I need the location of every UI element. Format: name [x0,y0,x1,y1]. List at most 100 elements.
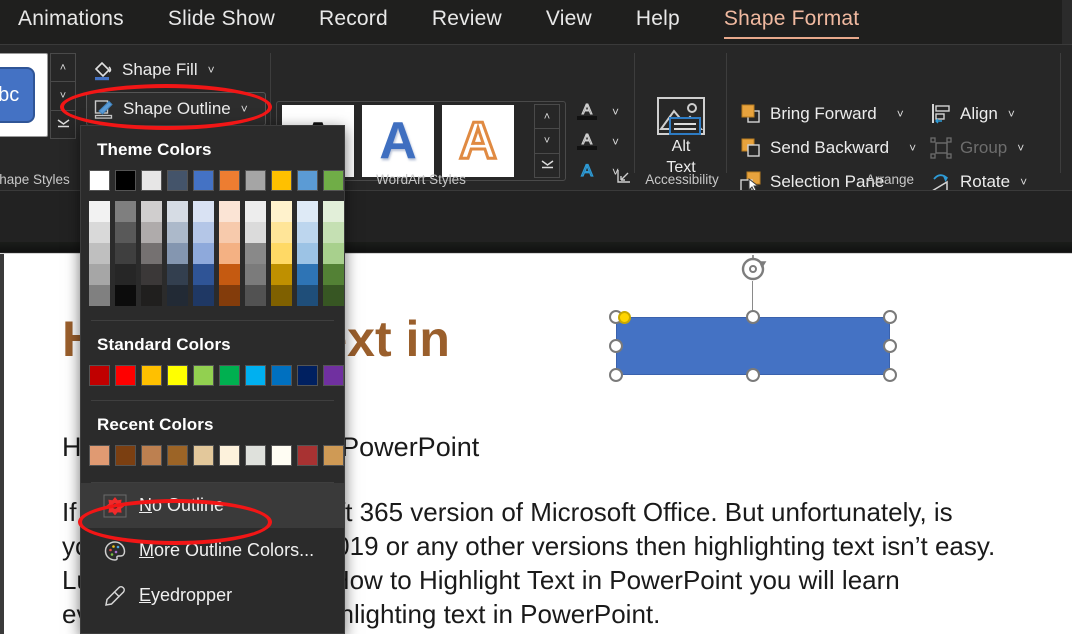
theme-colors-variants[interactable] [81,191,344,306]
theme-variant-swatch-4-1[interactable] [193,222,214,243]
resize-handle-middle-left[interactable] [609,339,623,353]
theme-variant-column-5[interactable] [219,201,240,306]
chevron-down-icon[interactable]: ˅ [897,107,904,121]
theme-variant-swatch-6-3[interactable] [245,264,266,285]
theme-variant-swatch-2-3[interactable] [141,264,162,285]
no-outline-menu-item[interactable]: No Outline [81,483,344,528]
theme-variant-swatch-4-3[interactable] [193,264,214,285]
theme-variant-column-0[interactable] [89,201,110,306]
theme-color-swatch-9[interactable] [323,170,344,191]
chevron-down-icon[interactable]: ˅ [208,63,215,77]
chevron-down-icon[interactable]: ˅ [909,141,916,155]
theme-variant-swatch-3-4[interactable] [167,285,188,306]
shape-styles-scroller[interactable]: ˄ ˅ [50,53,76,139]
theme-color-swatch-7[interactable] [271,170,292,191]
theme-variant-swatch-9-0[interactable] [323,201,344,222]
theme-variant-swatch-9-1[interactable] [323,222,344,243]
theme-variant-swatch-7-3[interactable] [271,264,292,285]
chevron-down-icon[interactable]: ˅ [50,81,76,110]
theme-variant-swatch-5-3[interactable] [219,264,240,285]
tab-shape-format[interactable]: Shape Format [723,5,860,39]
eyedropper-menu-item[interactable]: Eyedropper [81,573,344,618]
theme-variant-column-6[interactable] [245,201,266,306]
tab-review[interactable]: Review [432,5,502,39]
standard-color-swatch-9[interactable] [323,365,344,386]
selected-shape[interactable] [616,317,890,375]
theme-variant-column-8[interactable] [297,201,318,306]
standard-color-swatch-4[interactable] [193,365,214,386]
theme-variant-swatch-9-3[interactable] [323,264,344,285]
theme-color-swatch-2[interactable] [141,170,162,191]
theme-color-swatch-0[interactable] [89,170,110,191]
theme-variant-swatch-1-0[interactable] [115,201,136,222]
chevron-down-icon[interactable]: ˅ [241,102,248,116]
recent-color-swatch-8[interactable] [297,445,318,466]
standard-color-swatch-6[interactable] [245,365,266,386]
recent-color-swatch-2[interactable] [141,445,162,466]
rotation-handle[interactable] [738,254,768,284]
tab-slide-show[interactable]: Slide Show [168,5,275,39]
theme-variant-swatch-6-2[interactable] [245,243,266,264]
theme-variant-swatch-4-2[interactable] [193,243,214,264]
theme-variant-swatch-1-4[interactable] [115,285,136,306]
theme-variant-swatch-0-2[interactable] [89,243,110,264]
theme-variant-column-2[interactable] [141,201,162,306]
theme-variant-swatch-4-0[interactable] [193,201,214,222]
chevron-down-icon[interactable]: ˅ [534,128,560,153]
recent-colors-row[interactable] [81,445,344,466]
theme-variant-swatch-7-4[interactable] [271,285,292,306]
theme-color-swatch-4[interactable] [193,170,214,191]
theme-variant-swatch-5-4[interactable] [219,285,240,306]
theme-variant-swatch-1-3[interactable] [115,264,136,285]
recent-color-swatch-9[interactable] [323,445,344,466]
theme-variant-swatch-2-4[interactable] [141,285,162,306]
send-backward-button[interactable]: Send Backward ˅ [740,131,920,165]
standard-color-swatch-2[interactable] [141,365,162,386]
shape-outline-button[interactable]: Shape Outline ˅ [86,92,266,126]
theme-variant-swatch-9-4[interactable] [323,285,344,306]
tab-animations[interactable]: Animations [18,5,124,39]
shape-styles-gallery[interactable]: Abc [0,53,48,137]
tab-view[interactable]: View [546,5,592,39]
standard-color-swatch-1[interactable] [115,365,136,386]
theme-variant-swatch-1-2[interactable] [115,243,136,264]
theme-variant-swatch-8-4[interactable] [297,285,318,306]
theme-variant-swatch-0-3[interactable] [89,264,110,285]
theme-variant-swatch-2-0[interactable] [141,201,162,222]
theme-variant-swatch-5-1[interactable] [219,222,240,243]
theme-color-swatch-3[interactable] [167,170,188,191]
recent-color-swatch-7[interactable] [271,445,292,466]
theme-variant-swatch-5-2[interactable] [219,243,240,264]
theme-color-swatch-6[interactable] [245,170,266,191]
recent-color-swatch-6[interactable] [245,445,266,466]
theme-variant-swatch-2-1[interactable] [141,222,162,243]
chevron-up-icon[interactable]: ˄ [534,104,560,129]
resize-handle-top-center[interactable] [746,310,760,324]
theme-variant-column-1[interactable] [115,201,136,306]
alt-text-button[interactable]: Alt Text [650,97,712,177]
standard-color-swatch-3[interactable] [167,365,188,386]
theme-variant-swatch-2-2[interactable] [141,243,162,264]
adjustment-handle[interactable] [618,311,631,324]
theme-variant-column-7[interactable] [271,201,292,306]
chevron-up-icon[interactable]: ˄ [50,53,76,82]
standard-color-swatch-5[interactable] [219,365,240,386]
theme-variant-swatch-5-0[interactable] [219,201,240,222]
theme-variant-swatch-7-1[interactable] [271,222,292,243]
bring-forward-button[interactable]: Bring Forward ˅ [740,97,920,131]
standard-color-swatch-8[interactable] [297,365,318,386]
recent-color-swatch-1[interactable] [115,445,136,466]
tab-help[interactable]: Help [636,5,680,39]
more-styles-icon[interactable] [50,109,76,139]
chevron-down-icon[interactable]: ˅ [1008,107,1015,121]
theme-variant-swatch-7-2[interactable] [271,243,292,264]
wordart-sample-2[interactable]: A [362,105,434,177]
theme-variant-swatch-6-1[interactable] [245,222,266,243]
resize-handle-middle-right[interactable] [883,339,897,353]
shape-fill-button[interactable]: Shape Fill ˅ [86,53,266,87]
theme-variant-swatch-8-1[interactable] [297,222,318,243]
theme-variant-swatch-7-0[interactable] [271,201,292,222]
theme-variant-swatch-0-1[interactable] [89,222,110,243]
theme-variant-swatch-3-2[interactable] [167,243,188,264]
chevron-down-icon[interactable]: ˅ [612,105,619,119]
